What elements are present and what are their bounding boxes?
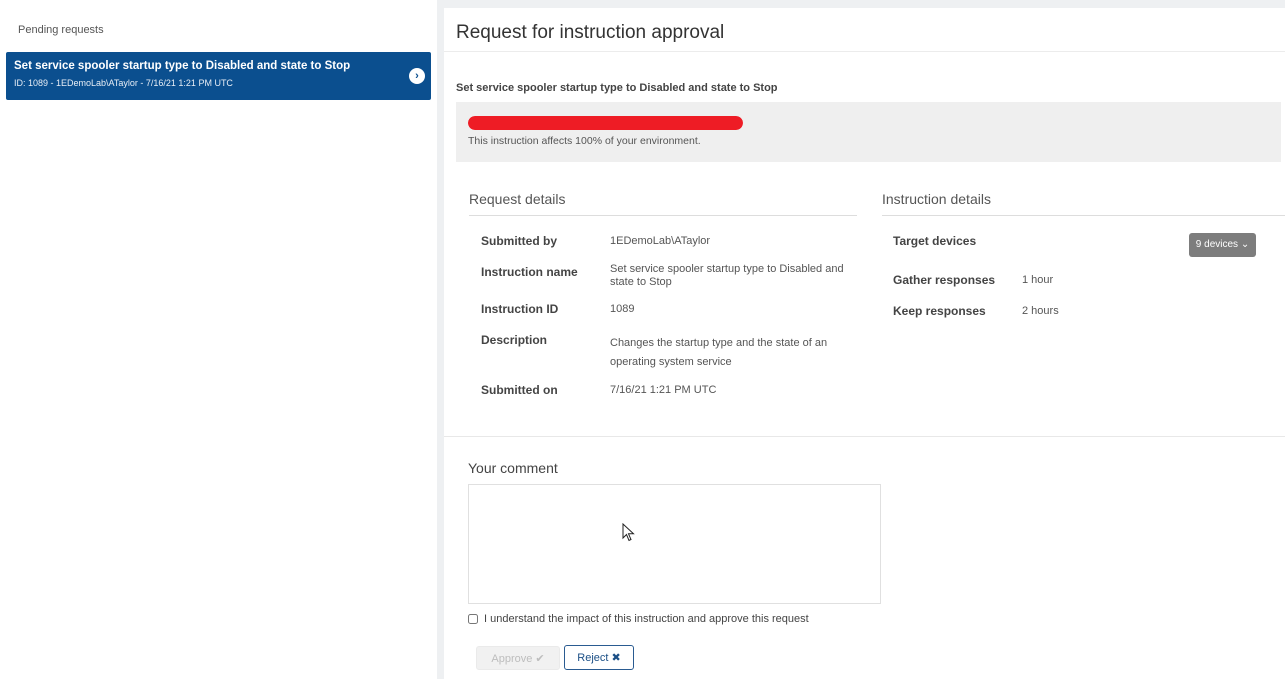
keep-responses-label: Keep responses [893,304,986,318]
impact-text: This instruction affects 100% of your en… [468,135,701,147]
instruction-details-heading: Instruction details [882,191,1285,216]
pending-requests-header: Pending requests [6,8,431,54]
approve-confirmation-checkbox[interactable] [468,614,478,624]
submitted-on-value: 7/16/21 1:21 PM UTC [610,384,717,396]
comment-label: Your comment [468,460,558,476]
pending-requests-panel: Pending requests Set service spooler sta… [0,0,437,679]
comment-textarea[interactable] [468,484,881,604]
chevron-right-icon: › [409,68,425,84]
target-devices-label: Target devices [893,234,977,248]
divider [444,436,1285,437]
submitted-on-label: Submitted on [481,383,558,397]
keep-responses-value: 2 hours [1022,305,1059,317]
submitted-by-label: Submitted by [481,234,558,248]
devices-dropdown-button[interactable]: 9 devices ⌄ [1189,233,1256,257]
impact-progress-fill [468,116,743,130]
reject-button[interactable]: Reject ✖ [564,645,634,670]
description-label: Description [481,333,548,347]
description-value: Changes the startup type and the state o… [610,337,828,368]
gather-responses-label: Gather responses [893,273,996,287]
mouse-cursor-icon [622,523,635,542]
impact-box: This instruction affects 100% of your en… [456,102,1281,162]
page-title: Request for instruction approval [456,22,725,43]
approve-confirmation-label: I understand the impact of this instruct… [484,613,809,625]
pending-request-item[interactable]: Set service spooler startup type to Disa… [6,52,431,100]
approve-confirmation-row[interactable]: I understand the impact of this instruct… [468,613,809,625]
approve-button[interactable]: Approve ✔ [476,646,560,670]
instruction-name-value: Set service spooler startup type to Disa… [610,263,844,288]
instruction-name-heading: Set service spooler startup type to Disa… [456,82,778,94]
request-item-meta: ID: 1089 - 1EDemoLab\ATaylor - 7/16/21 1… [14,78,233,88]
divider [444,51,1285,52]
instruction-id-value: 1089 [610,303,635,315]
request-item-title: Set service spooler startup type to Disa… [14,60,351,72]
submitted-by-value: 1EDemoLab\ATaylor [610,235,711,247]
request-details-heading: Request details [469,191,857,216]
instruction-id-label: Instruction ID [481,302,559,316]
impact-progress-bar [468,116,743,130]
instruction-name-label: Instruction name [481,265,578,279]
gather-responses-value: 1 hour [1022,274,1054,286]
approval-panel: Request for instruction approval Set ser… [444,8,1285,679]
